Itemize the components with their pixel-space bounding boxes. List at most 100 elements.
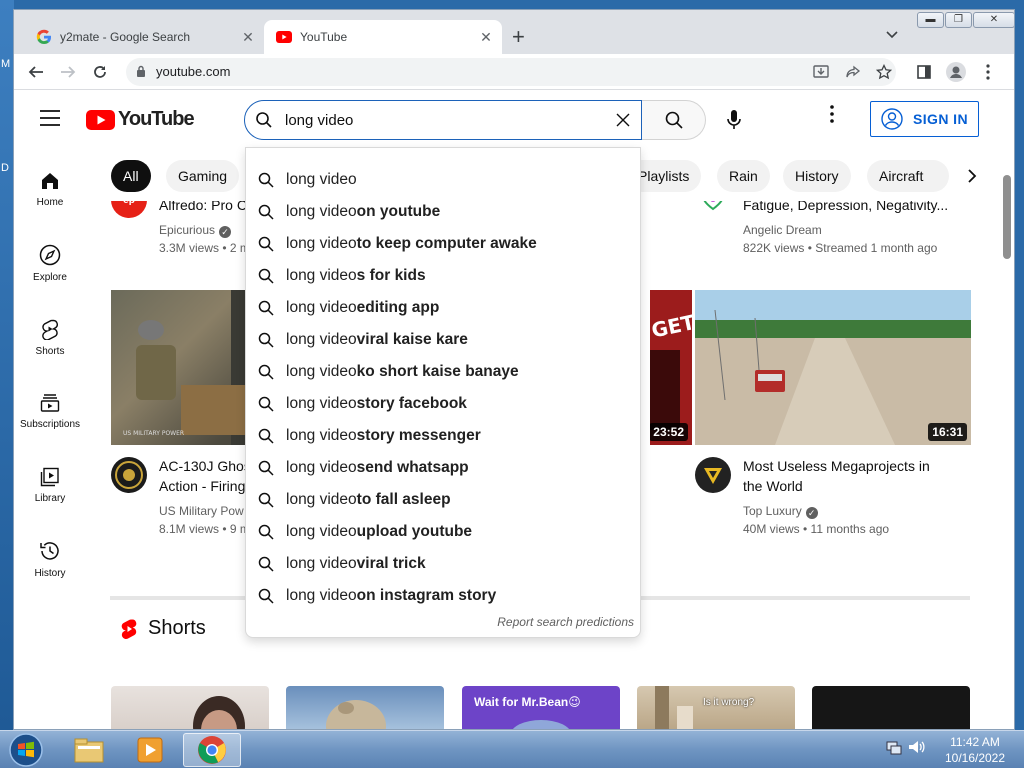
- suggestion-item[interactable]: long video story facebook: [246, 388, 640, 420]
- install-app-icon[interactable]: [809, 60, 833, 84]
- sidebar-item-library[interactable]: Library: [14, 453, 86, 517]
- address-url: youtube.com: [156, 64, 231, 79]
- share-icon[interactable]: [841, 60, 865, 84]
- address-bar[interactable]: youtube.com: [126, 58, 896, 86]
- chevron-right-icon[interactable]: [956, 160, 988, 192]
- close-tab-icon[interactable]: ✕: [476, 29, 496, 46]
- clear-search-icon[interactable]: [613, 110, 633, 135]
- search-input[interactable]: [285, 109, 605, 131]
- sidebar-item-shorts[interactable]: Shorts: [14, 305, 86, 369]
- short-thumbnail[interactable]: [286, 686, 444, 729]
- taskbar-chrome[interactable]: [183, 733, 241, 767]
- suggestion-item[interactable]: long video to keep computer awake: [246, 228, 640, 260]
- suggestion-item[interactable]: long video editing app: [246, 292, 640, 324]
- channel-name[interactable]: Top Luxury ✓: [743, 504, 818, 519]
- minimize-icon[interactable]: ▬: [917, 12, 944, 28]
- new-tab-icon[interactable]: +: [512, 24, 525, 50]
- window-close-icon[interactable]: ✕: [973, 12, 1014, 28]
- channel-avatar[interactable]: [695, 457, 731, 493]
- video-title[interactable]: AC-130J Ghos Action - Firing: [159, 456, 251, 496]
- suggestion-prefix: long video: [286, 331, 357, 348]
- search-icon: [665, 111, 683, 129]
- taskbar-file-explorer[interactable]: [60, 733, 118, 767]
- subscriptions-icon: [40, 393, 60, 412]
- short-thumbnail[interactable]: [812, 686, 970, 729]
- start-button[interactable]: [4, 733, 48, 767]
- suggestion-suffix: on instagram story: [356, 587, 497, 604]
- sidebar-item-home[interactable]: Home: [14, 157, 86, 221]
- tab-youtube[interactable]: YouTube ✕: [264, 20, 502, 54]
- microphone-icon[interactable]: [718, 104, 750, 136]
- channel-name[interactable]: US Military Pow: [159, 504, 244, 518]
- maximize-icon[interactable]: ❐: [945, 12, 972, 28]
- channel-name[interactable]: Epicurious ✓: [159, 223, 232, 238]
- sidebar-item-history[interactable]: History: [14, 527, 86, 591]
- video-meta: 3.3M views • 2 m: [159, 241, 250, 255]
- suggestion-item[interactable]: long video on youtube: [246, 196, 640, 228]
- settings-kebab-icon[interactable]: [830, 105, 834, 128]
- suggestion-item[interactable]: long video: [246, 164, 640, 196]
- profile-avatar-icon[interactable]: [944, 60, 968, 84]
- bookmark-star-icon[interactable]: [872, 60, 896, 84]
- short-thumbnail[interactable]: Wait for Mr.Bean😉: [462, 686, 620, 729]
- suggestion-item[interactable]: long video upload youtube: [246, 516, 640, 548]
- chip-all[interactable]: All: [111, 160, 151, 192]
- youtube-logo[interactable]: YouTube: [86, 108, 195, 131]
- taskbar-clock[interactable]: 11:42 AM 10/16/2022: [938, 734, 1012, 766]
- chip-rain[interactable]: Rain: [717, 160, 770, 192]
- suggestion-item[interactable]: long video on instagram story: [246, 580, 640, 612]
- chrome-menu-icon[interactable]: [976, 60, 1000, 84]
- sidebar-item-subscriptions[interactable]: Subscriptions: [14, 379, 86, 443]
- network-icon[interactable]: [886, 739, 902, 755]
- verified-badge-icon: ✓: [219, 226, 232, 238]
- back-arrow-icon[interactable]: [24, 60, 48, 84]
- desktop-edge: M D: [0, 0, 14, 730]
- suggestion-item[interactable]: long video viral kaise kare: [246, 324, 640, 356]
- sidebar-item-explore[interactable]: Explore: [14, 231, 86, 295]
- channel-avatar[interactable]: [111, 457, 147, 493]
- tab-google-search[interactable]: y2mate - Google Search ✕: [24, 20, 264, 54]
- chip-history[interactable]: History: [783, 160, 851, 192]
- side-panel-icon[interactable]: [912, 60, 936, 84]
- suggestion-suffix: to keep computer awake: [356, 235, 537, 252]
- chip-aircraft[interactable]: Aircraft: [867, 160, 949, 192]
- youtube-page: YouTube SIGN IN: [14, 91, 1014, 729]
- suggestion-item[interactable]: long video send whatsapp: [246, 452, 640, 484]
- home-icon: [42, 172, 58, 189]
- close-tab-icon[interactable]: ✕: [238, 29, 258, 46]
- page-scrollbar[interactable]: [1000, 147, 1014, 729]
- report-predictions-link[interactable]: Report search predictions: [497, 615, 634, 629]
- search-button[interactable]: [642, 100, 706, 140]
- forward-arrow-icon[interactable]: [56, 60, 80, 84]
- shorts-title: Shorts: [148, 617, 206, 639]
- clock-time: 11:42 AM: [950, 735, 1000, 749]
- suggestion-item[interactable]: long video s for kids: [246, 260, 640, 292]
- suggestion-item[interactable]: long video viral trick: [246, 548, 640, 580]
- volume-icon[interactable]: [908, 739, 926, 755]
- search-icon: [258, 236, 274, 252]
- scrollbar-thumb[interactable]: [1003, 175, 1011, 259]
- suggestion-item[interactable]: long video ko short kaise banaye: [246, 356, 640, 388]
- suggestion-prefix: long video: [286, 427, 357, 444]
- tab-search-chevron-icon[interactable]: [886, 27, 898, 42]
- short-thumbnail[interactable]: [111, 686, 269, 729]
- video-thumbnail[interactable]: GET 23:52: [650, 290, 692, 445]
- sign-in-button[interactable]: SIGN IN: [870, 101, 979, 137]
- desktop-icon-label: M: [1, 58, 11, 70]
- suggestion-item[interactable]: long video story messenger: [246, 420, 640, 452]
- video-thumbnail[interactable]: 16:31: [695, 290, 971, 445]
- suggestion-suffix: on youtube: [356, 203, 441, 220]
- chip-gaming[interactable]: Gaming: [166, 160, 240, 192]
- lock-icon[interactable]: [136, 65, 146, 83]
- video-title[interactable]: Most Useless Megaprojects in the World: [743, 456, 930, 496]
- channel-name[interactable]: Angelic Dream: [743, 223, 822, 237]
- short-thumbnail[interactable]: Is it wrong?: [637, 686, 795, 729]
- suggestion-prefix: long video: [286, 491, 357, 508]
- taskbar-media-player[interactable]: [121, 733, 179, 767]
- sidebar-item-label: History: [34, 567, 66, 579]
- suggestion-item[interactable]: long video to fall asleep: [246, 484, 640, 516]
- hamburger-menu-icon[interactable]: [40, 110, 60, 131]
- search-icon: [258, 588, 274, 604]
- suggestion-suffix: story messenger: [356, 427, 481, 444]
- reload-icon[interactable]: [88, 60, 112, 84]
